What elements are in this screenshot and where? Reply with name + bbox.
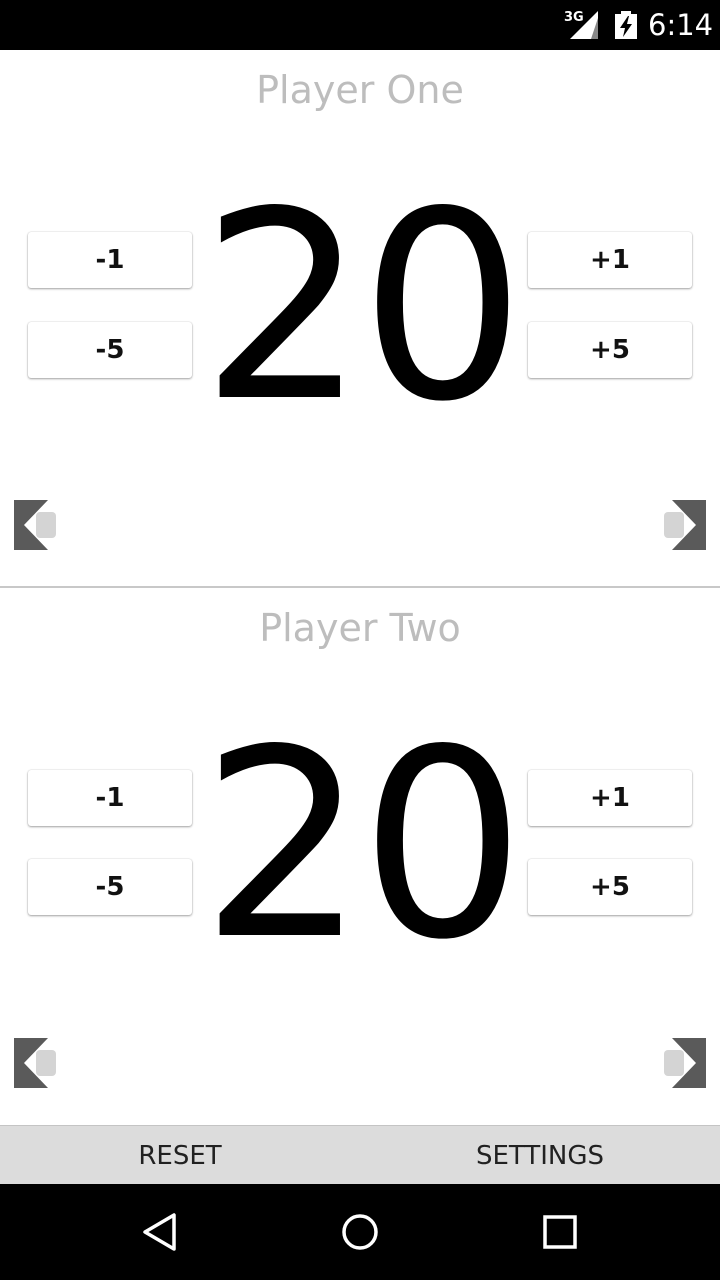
player-two-name[interactable]: Player Two (0, 606, 720, 650)
player-two-plus-5-button[interactable]: +5 (528, 859, 692, 915)
network-indicator: 3G (564, 10, 600, 40)
player-two-panel: Player Two -1 -5 +1 +5 20 (0, 588, 720, 1126)
player-one-prev-arrow-icon[interactable] (14, 500, 56, 550)
settings-button[interactable]: SETTINGS (360, 1126, 720, 1185)
player-one-name[interactable]: Player One (0, 68, 720, 112)
system-nav-bar (0, 1184, 720, 1280)
player-two-minus-5-button[interactable]: -5 (28, 859, 192, 915)
back-icon[interactable] (140, 1212, 180, 1252)
status-bar: 3G 6:14 (0, 0, 720, 50)
signal-icon (570, 11, 598, 39)
clock: 6:14 (648, 8, 714, 42)
home-icon[interactable] (340, 1212, 380, 1252)
player-two-life-total: 20 (200, 695, 526, 997)
player-one-plus-5-button[interactable]: +5 (528, 322, 692, 378)
player-two-minus-1-button[interactable]: -1 (28, 770, 192, 826)
player-one-panel: Player One -1 -5 +1 +5 20 (0, 50, 720, 588)
player-one-minus-1-button[interactable]: -1 (28, 232, 192, 288)
player-one-minus-5-button[interactable]: -5 (28, 322, 192, 378)
battery-charging-icon (615, 11, 637, 39)
player-two-next-arrow-icon[interactable] (664, 1038, 706, 1088)
player-one-life-total: 20 (200, 157, 526, 459)
bottom-button-bar: RESET SETTINGS (0, 1125, 720, 1184)
player-one-next-arrow-icon[interactable] (664, 500, 706, 550)
player-two-plus-1-button[interactable]: +1 (528, 770, 692, 826)
reset-button[interactable]: RESET (0, 1126, 360, 1185)
player-one-plus-1-button[interactable]: +1 (528, 232, 692, 288)
recents-icon[interactable] (540, 1212, 580, 1252)
player-two-prev-arrow-icon[interactable] (14, 1038, 56, 1088)
